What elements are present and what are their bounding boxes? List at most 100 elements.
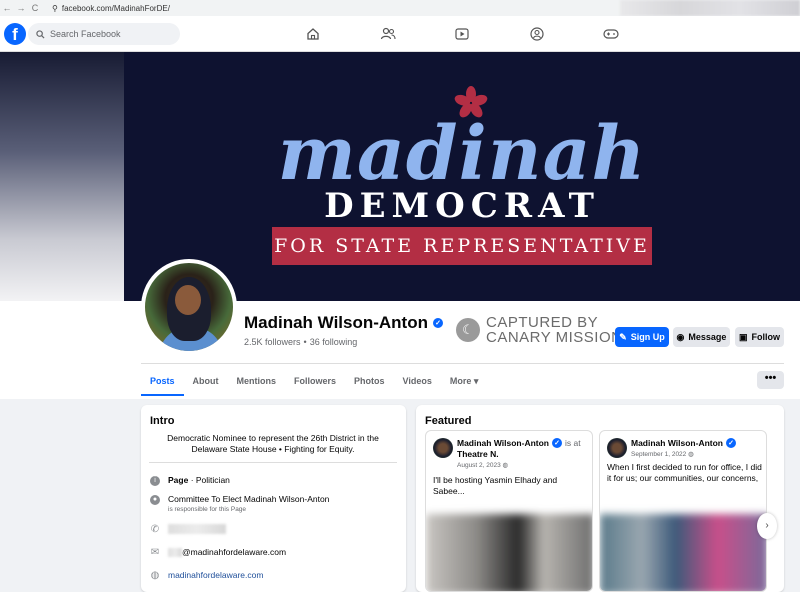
post-meta: is at — [565, 438, 581, 448]
page-label: Page — [168, 475, 189, 485]
tab-more[interactable]: More ▾ — [441, 368, 488, 396]
separator: • — [303, 337, 307, 347]
post-date-text: September 1, 2022 — [631, 451, 687, 458]
following-count[interactable]: 36 following — [310, 337, 358, 347]
gaming-icon[interactable] — [602, 25, 620, 43]
intro-website: ◍ madinahfordelaware.com — [150, 570, 264, 581]
post-text: When I first decided to run for office, … — [607, 462, 762, 483]
website-link[interactable]: madinahfordelaware.com — [168, 570, 263, 580]
tab-about[interactable]: About — [184, 368, 228, 396]
post-image[interactable] — [426, 514, 592, 591]
tab-posts[interactable]: Posts — [141, 368, 184, 396]
cover-party-text: DEMOCRAT — [324, 186, 600, 226]
featured-post[interactable]: Madinah Wilson-Anton ✓ September 1, 2022… — [599, 430, 767, 592]
reload-icon[interactable]: C — [28, 3, 42, 13]
post-image[interactable] — [600, 514, 766, 591]
responsible-sub: is responsible for this Page — [168, 506, 247, 513]
verified-badge-icon: ✓ — [552, 438, 562, 448]
search-box[interactable] — [28, 23, 180, 45]
post-text: I'll be hosting Yasmin Elhady and Sabee.… — [433, 475, 558, 496]
intro-page-category: i Page · Politician — [150, 475, 230, 486]
pencil-icon: ✎ — [619, 331, 627, 342]
home-icon[interactable] — [304, 25, 322, 43]
video-icon[interactable] — [453, 25, 471, 43]
next-arrow-icon[interactable]: › — [757, 513, 777, 539]
profile-avatar[interactable] — [141, 259, 237, 355]
tabs-divider — [141, 363, 784, 364]
followers-count[interactable]: 2.5K followers — [244, 337, 301, 347]
post-author[interactable]: Madinah Wilson-Anton — [457, 438, 549, 448]
redacted-toolbar-area — [620, 0, 800, 16]
post-author[interactable]: Madinah Wilson-Anton — [631, 438, 723, 448]
public-globe-icon: ◍ — [688, 451, 694, 458]
browser-toolbar: ← → C ⚲ facebook.com/MadinahForDE/ — [0, 0, 800, 16]
post-date: September 1, 2022 ◍ — [631, 450, 694, 458]
page-name-text: Madinah Wilson-Anton — [244, 313, 428, 332]
tab-photos[interactable]: Photos — [345, 368, 394, 396]
intro-email: ✉ @madinahfordelaware.com — [150, 547, 286, 558]
profile-tabs: Posts About Mentions Followers Photos Vi… — [141, 368, 487, 396]
sign-up-button[interactable]: ✎ Sign Up — [615, 327, 669, 347]
post-location[interactable]: Theatre N. — [457, 449, 499, 459]
post-avatar[interactable] — [433, 438, 453, 458]
friends-icon[interactable] — [379, 25, 397, 43]
featured-card: Featured Madinah Wilson-Anton ✓ is at Th… — [416, 405, 784, 592]
featured-post[interactable]: Madinah Wilson-Anton ✓ is at Theatre N. … — [425, 430, 593, 592]
redacted-phone — [168, 524, 226, 534]
search-input[interactable] — [50, 29, 160, 39]
follow-label: Follow — [751, 332, 781, 342]
page-title: Madinah Wilson-Anton ✓ — [244, 313, 443, 333]
follow-icon: ▣ — [738, 331, 748, 342]
site-info-icon[interactable]: ⚲ — [52, 4, 58, 13]
follow-button[interactable]: ▣ Follow — [735, 327, 784, 347]
facebook-logo[interactable]: f — [4, 23, 26, 45]
intro-divider — [149, 462, 397, 463]
message-label: Message — [688, 332, 727, 342]
sign-up-label: Sign Up — [630, 332, 665, 342]
post-author-line: Madinah Wilson-Anton ✓ — [631, 438, 736, 448]
canary-mission-watermark: ☾ CAPTURED BY CANARY MISSION — [456, 315, 622, 345]
cover-side-gradient — [0, 52, 124, 302]
globe-icon: ◍ — [150, 570, 160, 581]
canary-logo-icon: ☾ — [456, 318, 480, 342]
messenger-icon: ◉ — [676, 331, 685, 342]
phone-icon: ✆ — [150, 524, 160, 535]
responsible-name: Committee To Elect Madinah Wilson-Anton — [168, 494, 330, 504]
intro-phone: ✆ — [150, 524, 226, 535]
post-avatar[interactable] — [607, 438, 627, 458]
facebook-top-bar: f — [0, 16, 800, 52]
page-category: · Politician — [188, 475, 230, 485]
cover-photo[interactable]: madinah DEMOCRAT FOR STATE REPRESENTATIV… — [124, 52, 800, 301]
watermark-line2: CANARY MISSION — [486, 329, 623, 346]
forward-icon[interactable]: → — [14, 3, 28, 13]
featured-title: Featured — [425, 415, 472, 427]
mail-icon: ✉ — [150, 547, 160, 558]
post-date-text: August 2, 2023 — [457, 462, 501, 469]
tab-videos[interactable]: Videos — [394, 368, 441, 396]
post-date: August 2, 2023 ◍ — [457, 461, 508, 469]
groups-icon[interactable] — [528, 25, 546, 43]
more-options-button[interactable]: ••• — [757, 371, 784, 389]
user-icon: ● — [150, 495, 160, 505]
back-icon[interactable]: ← — [0, 3, 14, 13]
cover-office-banner: FOR STATE REPRESENTATIVE — [272, 227, 652, 265]
verified-badge-icon: ✓ — [726, 438, 736, 448]
cover-name-text: madinah — [277, 111, 647, 197]
public-globe-icon: ◍ — [502, 462, 509, 469]
url-text: facebook.com/MadinahForDE/ — [61, 3, 170, 13]
email-domain[interactable]: @madinahfordelaware.com — [182, 547, 286, 557]
address-bar[interactable]: ⚲ facebook.com/MadinahForDE/ — [52, 4, 170, 13]
tab-followers[interactable]: Followers — [285, 368, 345, 396]
search-icon — [36, 29, 45, 39]
follower-stats: 2.5K followers • 36 following — [244, 337, 357, 347]
intro-title: Intro — [150, 415, 175, 427]
redacted-email-user — [168, 548, 182, 558]
post-author-line: Madinah Wilson-Anton ✓ is at — [457, 438, 581, 448]
message-button[interactable]: ◉ Message — [673, 327, 730, 347]
intro-card: Intro Democratic Nominee to represent th… — [141, 405, 406, 592]
info-icon: i — [150, 476, 160, 486]
intro-responsible: ● Committee To Elect Madinah Wilson-Anto… — [150, 494, 329, 513]
tab-mentions[interactable]: Mentions — [228, 368, 286, 396]
watermark-line1: CAPTURED BY — [486, 314, 599, 331]
verified-badge-icon: ✓ — [433, 318, 443, 328]
